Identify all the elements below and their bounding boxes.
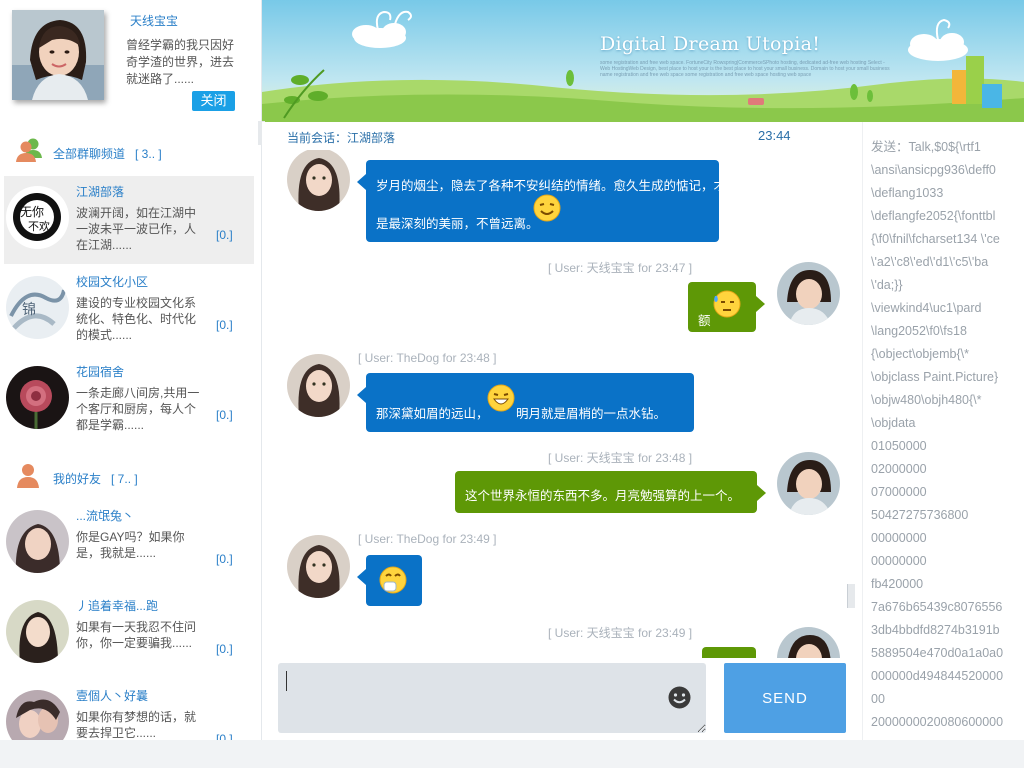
my-avatar[interactable] bbox=[777, 627, 840, 658]
channel-avatar: 锦 bbox=[6, 276, 69, 339]
banner-title: Digital Dream Utopia! bbox=[600, 33, 821, 55]
sender-avatar[interactable] bbox=[287, 150, 350, 211]
group-header-friends[interactable]: 我的好友 [ 7.. ] bbox=[0, 459, 261, 489]
channel-preview: 建设的专业校园文化系统化、特色化、时代化的模式...... bbox=[76, 296, 197, 342]
group-count-channels: [ 3.. ] bbox=[135, 147, 162, 161]
bottom-status-strip bbox=[0, 740, 1024, 768]
friend-item[interactable]: 壹個人丶好曩 如果你有梦想的话，就要去捍卫它...... [0.] bbox=[4, 680, 254, 740]
friend-avatar bbox=[6, 690, 69, 740]
friend-name: 壹個人丶好曩 bbox=[76, 689, 149, 703]
group-chat-icon bbox=[16, 138, 42, 162]
message-stamp: [ User: 天线宝宝 for 23:49 ] bbox=[548, 626, 693, 640]
friend-unread-count: [0.] bbox=[216, 642, 233, 656]
raw-message-text: 发送：Talk,$0${\rtf1 \ansi\ansicpg936\deff0… bbox=[871, 140, 1004, 729]
friend-item[interactable]: 丿追着幸福...跑 如果有一天我忍不住问你，你一定要骗我...... [0.] bbox=[4, 590, 254, 678]
message-stamp: [ User: TheDog for 23:48 ] bbox=[358, 351, 497, 365]
raw-message-panel[interactable]: 发送：Talk,$0${\rtf1 \ansi\ansicpg936\deff0… bbox=[862, 122, 1024, 740]
friend-preview: 如果你有梦想的话，就要去捍卫它...... bbox=[76, 710, 197, 740]
text-caret bbox=[286, 671, 287, 691]
channel-item-garden[interactable]: 花园宿舍 一条走廊八间房,共用一个客厅和厨房，每人个都是学霸...... [0.… bbox=[4, 356, 254, 444]
channel-unread-count: [0.] bbox=[216, 318, 233, 332]
group-header-channels[interactable]: 全部群聊频道 [ 3.. ] bbox=[0, 134, 261, 164]
message-bubble[interactable]: 这个世界永恒的东西不多。月亮勉强算的上一个。 bbox=[455, 471, 766, 513]
svg-text:锦: 锦 bbox=[22, 301, 36, 318]
friend-preview: 如果有一天我忍不住问你，你一定要骗我...... bbox=[76, 620, 197, 650]
header-banner: Digital Dream Utopia! some registration … bbox=[262, 0, 1024, 122]
user-icon bbox=[17, 464, 39, 488]
my-avatar[interactable] bbox=[777, 452, 840, 515]
message-text: 岁月的烟尘，隐去了各种不安纠结的情绪。愈久生成的惦记，才 bbox=[376, 179, 727, 193]
channel-preview: 波澜开阔，如在江湖中一波未平一波已作，人在江湖...... bbox=[76, 206, 197, 252]
message-bubble[interactable]: 那深黛如眉的远山， 明月就是眉梢的一点水钻。 bbox=[357, 373, 694, 432]
message-bubble[interactable]: 额 bbox=[688, 282, 765, 332]
sender-avatar[interactable] bbox=[287, 535, 350, 598]
send-button[interactable]: SEND bbox=[724, 663, 846, 733]
profile-name: 天线宝宝 bbox=[130, 14, 179, 28]
message-stamp: [ User: TheDog for 23:49 ] bbox=[358, 532, 497, 546]
message-list[interactable]: 岁月的烟尘，隐去了各种不安纠结的情绪。愈久生成的惦记，才 是最深刻的美丽，不曾远… bbox=[262, 150, 848, 658]
grin-emoji-icon bbox=[487, 384, 515, 412]
sweat-emoji-icon bbox=[713, 290, 741, 318]
smile-emoji-icon bbox=[533, 194, 561, 222]
group-title-friends: 我的好友 bbox=[53, 472, 102, 486]
session-time: 23:44 bbox=[758, 128, 791, 143]
message-text: 是最深刻的美丽，不曾远离。 bbox=[376, 217, 539, 231]
svg-text:无你: 无你 bbox=[20, 205, 44, 219]
profile-avatar[interactable] bbox=[12, 10, 104, 100]
message-input[interactable] bbox=[278, 663, 706, 733]
message-bubble[interactable] bbox=[357, 555, 422, 606]
channel-name: 校园文化小区 bbox=[76, 275, 149, 289]
friend-avatar bbox=[6, 600, 69, 663]
message-text: 额 bbox=[698, 314, 711, 328]
friend-unread-count: [0.] bbox=[216, 732, 233, 740]
sneeze-emoji-icon bbox=[379, 566, 407, 594]
channel-avatar: 无你 不欢 bbox=[6, 186, 69, 249]
message-bubble[interactable] bbox=[702, 647, 756, 658]
channel-avatar bbox=[6, 366, 69, 429]
channel-name: 花园宿舍 bbox=[76, 365, 125, 379]
my-avatar[interactable] bbox=[777, 262, 840, 325]
friend-preview: 你是GAY吗？如果你是，我就是...... bbox=[76, 530, 185, 560]
channel-item-jianghu[interactable]: 无你 不欢 江湖部落 波澜开阔，如在江湖中一波未平一波已作，人在江湖......… bbox=[4, 176, 254, 264]
message-bubble[interactable]: 岁月的烟尘，隐去了各种不安纠结的情绪。愈久生成的惦记，才 是最深刻的美丽，不曾远… bbox=[357, 160, 726, 242]
message-stamp: [ User: 天线宝宝 for 23:47 ] bbox=[548, 261, 693, 275]
profile-signature: 曾经学霸的我只因好奇学渣的世界，进去就迷路了...... bbox=[126, 38, 235, 86]
friend-avatar bbox=[6, 510, 69, 573]
friend-unread-count: [0.] bbox=[216, 552, 233, 566]
message-text: 这个世界永恒的东西不多。月亮勉强算的上一个。 bbox=[465, 489, 741, 503]
svg-text:不欢: 不欢 bbox=[28, 219, 50, 233]
scrollbar-thumb[interactable] bbox=[847, 584, 855, 608]
banner-subtitle: some registration and free web space. Fo… bbox=[600, 60, 890, 78]
group-title-channels: 全部群聊频道 bbox=[53, 147, 126, 161]
message-text: 那深黛如眉的远山， bbox=[376, 407, 489, 421]
message-stamp: [ User: 天线宝宝 for 23:48 ] bbox=[548, 451, 693, 465]
sidebar: 天线宝宝 曾经学霸的我只因好奇学渣的世界，进去就迷路了...... 关闭 全部群… bbox=[0, 0, 262, 740]
channel-item-campus[interactable]: 锦 校园文化小区 建设的专业校园文化系统化、特色化、时代化的模式...... [… bbox=[4, 266, 254, 354]
session-bar: 当前会话：江湖部落 23:44 bbox=[262, 122, 848, 150]
current-session-label: 当前会话：江湖部落 bbox=[287, 131, 396, 145]
channel-preview: 一条走廊八间房,共用一个客厅和厨房，每人个都是学霸...... bbox=[76, 386, 200, 432]
sender-avatar[interactable] bbox=[287, 354, 350, 417]
composer: SEND bbox=[262, 658, 862, 740]
profile-card: 天线宝宝 曾经学霸的我只因好奇学渣的世界，进去就迷路了...... 关闭 bbox=[0, 0, 261, 122]
friend-item[interactable]: ...流氓兔丶 你是GAY吗？如果你是，我就是...... [0.] bbox=[4, 500, 254, 588]
channel-unread-count: [0.] bbox=[216, 228, 233, 242]
close-button[interactable]: 关闭 bbox=[192, 91, 235, 111]
message-text: 明月就是眉梢的一点水钻。 bbox=[516, 407, 667, 421]
emoji-picker-icon[interactable] bbox=[667, 685, 692, 710]
friend-name: ...流氓兔丶 bbox=[76, 509, 135, 523]
friend-name: 丿追着幸福...跑 bbox=[76, 599, 159, 613]
channel-unread-count: [0.] bbox=[216, 408, 233, 422]
group-count-friends: [ 7.. ] bbox=[111, 472, 138, 486]
channel-name: 江湖部落 bbox=[76, 185, 125, 199]
